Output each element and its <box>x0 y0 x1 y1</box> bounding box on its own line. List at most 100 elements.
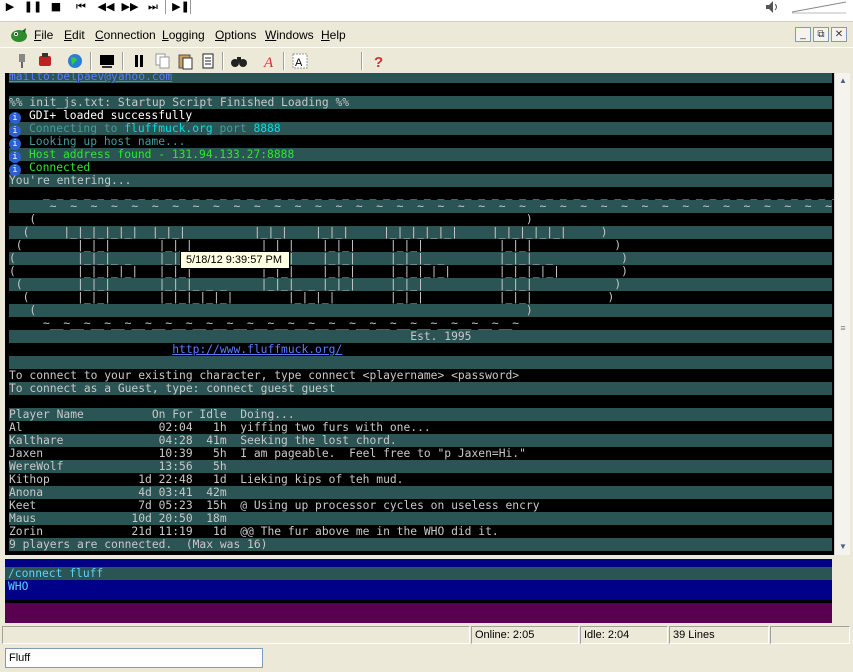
pause-icon[interactable] <box>129 51 149 71</box>
terminal-line: i Host address found - 131.94.133.27:8888 <box>9 148 832 163</box>
frame-step-icon[interactable]: ▶❚ <box>172 0 190 14</box>
terminal-lines: mailto:belpaev@yahoo.com %% init_js.txt: … <box>9 73 834 551</box>
terminal-line: Maus 10d 20:50 18m <box>9 512 832 525</box>
console-icon[interactable] <box>97 51 117 71</box>
terminal-line-text[interactable]: mailto:belpaev@yahoo.com <box>9 73 172 83</box>
timestamp-tooltip: 5/18/12 9:39:57 PM <box>180 251 290 269</box>
pause-icon[interactable]: ❚❚ <box>22 0 44 14</box>
terminal-line: http://www.fluffmuck.org/ <box>9 343 832 356</box>
svg-text:A: A <box>295 57 303 69</box>
menu-windows[interactable]: Windows <box>265 28 314 42</box>
terminal-line-text: Jaxen 10:39 5h I am pageable. Feel free … <box>9 447 526 460</box>
speaker-icon[interactable] <box>764 0 780 14</box>
restore-button[interactable]: ⧉ <box>813 27 829 42</box>
svg-text:A: A <box>263 55 274 71</box>
world-name-field[interactable]: Fluff <box>5 648 263 668</box>
status-message <box>2 626 470 644</box>
terminal-line-text: Maus 10d 20:50 18m <box>9 512 227 525</box>
terminal-line-text: Connected <box>29 161 91 174</box>
terminal-output[interactable]: mailto:belpaev@yahoo.com %% init_js.txt: … <box>5 73 834 555</box>
terminal-line: ( |_|_|_|_|_| |_|_| |_|_| |_|_| |_|_|_|_… <box>9 226 832 239</box>
terminal-line: To connect to your existing character, t… <box>9 369 832 382</box>
terminal-line-text: ( ) <box>9 304 533 317</box>
terminal-line: ( |_|_|_ _ |_|_| |_|_| |_|_| |_|_|_ _ |_… <box>9 252 832 265</box>
find-binoculars-icon[interactable] <box>229 51 249 71</box>
terminal-line-text: Looking up host name... <box>29 135 186 148</box>
menu-help[interactable]: Help <box>321 28 346 42</box>
terminal-line: ( ) <box>9 304 832 317</box>
disconnect-icon[interactable] <box>35 51 55 71</box>
terminal-line: ( |_|_| |_|_| |_|_| |_|_| |_|_| |_|_| ) <box>9 239 832 252</box>
terminal-line: Anona 4d 03:41 42m <box>9 486 832 499</box>
log-icon[interactable] <box>198 51 218 71</box>
toolbar: A A A→B ABBCD ? <box>0 47 853 117</box>
fast-forward-icon[interactable]: ▶▶ <box>118 0 142 14</box>
terminal-line-text: 9 players are connected. (Max was 16) <box>9 538 268 551</box>
terminal-line-text: ( |_|_| |_|_| |_|_| |_|_| |_|_| |_|_| ) <box>9 239 622 252</box>
world-globe-icon[interactable] <box>65 51 85 71</box>
terminal-line: ( |_|_| |_|_|_ _ _ |_|_|_ _ |_|_| |_|_| … <box>9 278 832 291</box>
terminal-line-text: ( |_|_|_|_| |_|_| |_|_| |_|_| |_|_|_|_| … <box>9 265 628 278</box>
terminal-line-text: ( |_|_|_ _ |_|_| |_|_| |_|_| |_|_|_ _ |_… <box>9 252 628 265</box>
scroll-thumb[interactable]: ≡ <box>838 323 848 333</box>
play-icon[interactable]: ▶ <box>0 0 20 14</box>
terminal-line: _ _ _ _ _ _ _ _ _ _ _ _ _ _ _ _ _ _ _ _ … <box>9 187 834 200</box>
media-separator <box>165 0 166 14</box>
stop-icon[interactable]: ■ <box>46 0 66 14</box>
terminal-line-text: Al 02:04 1h yiffing two furs with one... <box>9 421 431 434</box>
input-line[interactable]: WHO <box>5 580 832 593</box>
font-icon[interactable]: A <box>259 51 279 71</box>
close-button[interactable]: ✕ <box>831 27 847 42</box>
terminal-line <box>9 356 832 369</box>
scroll-up-icon[interactable]: ▲ <box>835 73 851 89</box>
terminal-line-text: Kalthare 04:28 41m Seeking the lost chor… <box>9 434 397 447</box>
terminal-line: %% init_js.txt: Startup Script Finished … <box>9 96 832 109</box>
terminal-line-text: %% init_js.txt: Startup Script Finished … <box>9 96 350 109</box>
highlight-icon[interactable]: A <box>290 51 310 71</box>
svg-text:?: ? <box>374 54 383 71</box>
menu-edit[interactable]: Edit <box>64 28 85 42</box>
menu-logging[interactable]: Logging <box>162 28 205 42</box>
menu-bar: File Edit Connection Logging Options Win… <box>0 25 853 46</box>
terminal-line-text: Est. 1995 <box>9 330 472 343</box>
minimize-button[interactable]: _ <box>795 27 811 42</box>
terminal-line: 9 players are connected. (Max was 16) <box>9 538 832 551</box>
terminal-line-text: ~__~__~__~__~__~__~__~__~__~__~__~__~__~… <box>9 317 520 330</box>
skip-forward-icon[interactable]: ⏭ <box>142 0 164 14</box>
terminal-line: Al 02:04 1h yiffing two furs with one... <box>9 421 832 434</box>
terminal-line-text[interactable]: http://www.fluffmuck.org/ <box>9 343 342 356</box>
input-line[interactable]: /connect fluff <box>5 567 832 580</box>
terminal-line: Jaxen 10:39 5h I am pageable. Feel free … <box>9 447 832 460</box>
terminal-line-text: ( |_|_| |_|_|_|_|_| |_|_|_| |_|_| |_|_| … <box>9 291 615 304</box>
scroll-down-icon[interactable]: ▼ <box>835 539 851 555</box>
terminal-line: Kalthare 04:28 41m Seeking the lost chor… <box>9 434 832 447</box>
copy-icon[interactable] <box>152 51 172 71</box>
skip-back-icon[interactable]: ⏮ <box>70 0 92 14</box>
terminal-line-text: ~ ~ ~ ~ ~ ~ ~ ~ ~ ~ ~ ~ ~ ~ ~ ~ ~ ~ ~ ~ … <box>49 200 832 213</box>
terminal-line-text: GDI+ loaded successfully <box>29 109 193 122</box>
volume-slider[interactable] <box>790 0 848 14</box>
terminal-line: i Connected <box>9 161 832 176</box>
paste-icon[interactable] <box>175 51 195 71</box>
menu-connection[interactable]: Connection <box>95 28 156 42</box>
terminal-line: i GDI+ loaded successfully <box>9 109 832 124</box>
command-input[interactable]: /connect fluff WHO <box>5 559 832 600</box>
rewind-icon[interactable]: ◀◀ <box>94 0 118 14</box>
terminal-scrollbar[interactable]: ▲ ≡ ▼ <box>834 73 850 555</box>
secondary-input[interactable] <box>5 603 832 623</box>
app-logo-icon[interactable] <box>10 27 28 44</box>
status-bar: Online: 2:05 Idle: 2:04 39 Lines <box>0 625 853 645</box>
connect-plug-icon[interactable] <box>12 51 32 71</box>
website-link[interactable]: http://www.fluffmuck.org/ <box>172 343 342 356</box>
terminal-line-text: ( |_|_| |_|_|_ _ _ |_|_|_ _ |_|_| |_|_| … <box>9 278 622 291</box>
terminal-line-text: Connecting to fluffmuck.org port 8888 <box>29 122 281 135</box>
terminal-line-text: To connect to your existing character, t… <box>9 369 520 382</box>
terminal-line: Zorin 21d 11:19 1d @@ The fur above me i… <box>9 525 832 538</box>
terminal-line-text: _ _ _ _ _ _ _ _ _ _ _ _ _ _ _ _ _ _ _ _ … <box>43 187 834 200</box>
menu-file[interactable]: File <box>34 28 53 42</box>
status-line-count: 39 Lines <box>669 626 769 644</box>
menu-options[interactable]: Options <box>215 28 256 42</box>
help-icon[interactable]: ? <box>368 51 388 71</box>
